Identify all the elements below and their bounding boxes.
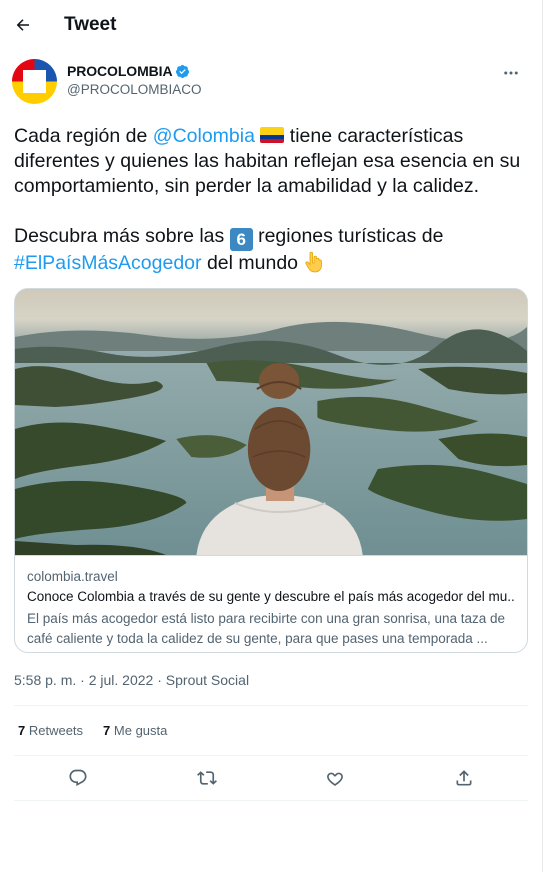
heart-icon [327, 772, 344, 786]
retweets-stat[interactable]: 7 Retweets [18, 723, 83, 738]
reply-button[interactable] [67, 767, 89, 789]
author-info: PROCOLOMBIA @PROCOLOMBIACO [67, 63, 201, 104]
text-segment: del mundo [201, 252, 304, 274]
likes-label: Me gusta [110, 723, 168, 738]
tweet-author: PROCOLOMBIA @PROCOLOMBIACO [0, 50, 542, 104]
card-title: Conoce Colombia a través de su gente y d… [27, 589, 515, 604]
meta-separator: · [76, 672, 89, 688]
tweet-page: Tweet PROCOLOMBIA @PROCOLOMBIACO Cada re… [0, 0, 543, 872]
page-title: Tweet [64, 14, 117, 35]
tweet-time[interactable]: 5:58 p. m. [14, 672, 76, 688]
header: Tweet [0, 0, 542, 50]
mention-link[interactable]: @Colombia [153, 125, 255, 147]
text-segment: regiones turísticas de [252, 225, 444, 247]
pointing-down-hand-icon [305, 251, 323, 273]
card-domain: colombia.travel [27, 569, 118, 584]
back-button[interactable] [14, 16, 32, 34]
retweet-button[interactable] [196, 767, 218, 789]
hashtag-link[interactable]: #ElPaísMásAcogedor [14, 252, 202, 274]
likes-stat[interactable]: 7 Me gusta [103, 723, 167, 738]
reply-icon [69, 769, 87, 787]
tweet-meta: 5:58 p. m. · 2 jul. 2022 · Sprout Social [0, 669, 542, 692]
card-description: El país más acogedor está listo para rec… [27, 611, 506, 646]
retweet-icon [196, 771, 217, 785]
more-button[interactable] [502, 64, 520, 82]
card-image [15, 289, 527, 555]
tweet-paragraph: Cada región de @Colombia tiene caracterí… [14, 124, 528, 199]
colombia-flag-emoji [260, 127, 285, 143]
keycap-six-emoji: 6 [229, 228, 253, 251]
text-segment: Cada región de [14, 125, 153, 147]
tweet-source[interactable]: Sprout Social [166, 672, 249, 688]
card-body: colombia.travel Conoce Colombia a través… [15, 555, 527, 652]
divider [14, 800, 528, 801]
tweet-paragraph: Descubra más sobre las 6 regiones turíst… [14, 224, 528, 276]
author-name[interactable]: PROCOLOMBIA [67, 63, 173, 79]
name-row: PROCOLOMBIA [67, 63, 201, 79]
more-horizontal-icon [504, 71, 518, 75]
verified-badge-icon [176, 64, 190, 78]
tweet-text: Cada región de @Colombia tiene caracterí… [0, 124, 542, 276]
avatar[interactable] [12, 59, 57, 104]
text-segment: Descubra más sobre las [14, 225, 230, 247]
arrow-left-icon [16, 19, 29, 31]
like-button[interactable] [324, 767, 346, 789]
author-handle[interactable]: @PROCOLOMBIACO [67, 82, 201, 97]
meta-separator: · [153, 672, 166, 688]
share-button[interactable] [453, 767, 475, 789]
tweet-date[interactable]: 2 jul. 2022 [89, 672, 154, 688]
retweets-label: Retweets [25, 723, 84, 738]
share-icon [456, 770, 472, 786]
link-card[interactable]: colombia.travel Conoce Colombia a través… [14, 288, 528, 653]
tweet-stats: 7 Retweets 7 Me gusta [0, 706, 542, 755]
tweet-actions [0, 756, 542, 800]
